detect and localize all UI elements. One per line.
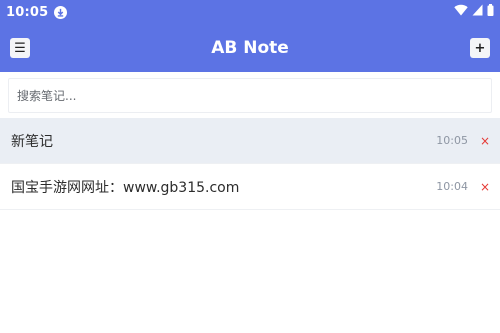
download-icon [54, 5, 68, 19]
delete-note-button[interactable]: × [480, 180, 490, 194]
app-title: AB Note [211, 38, 289, 58]
menu-button[interactable]: ☰ [10, 38, 30, 58]
status-icons [454, 4, 494, 20]
signal-icon [472, 4, 483, 20]
search-bar [0, 72, 500, 118]
status-time: 10:05 [6, 4, 49, 20]
battery-icon [487, 4, 494, 20]
delete-note-button[interactable]: × [480, 134, 490, 148]
note-time: 10:04 [436, 180, 468, 193]
add-note-button[interactable]: + [470, 38, 490, 58]
note-list: 新笔记 10:05 × 国宝手游网网址：www.gb315.com 10:04 … [0, 118, 500, 210]
note-title: 新笔记 [11, 133, 53, 150]
status-bar: 10:05 [0, 0, 500, 24]
note-time: 10:05 [436, 134, 468, 147]
note-row[interactable]: 新笔记 10:05 × [0, 118, 500, 164]
note-row[interactable]: 国宝手游网网址：www.gb315.com 10:04 × [0, 164, 500, 210]
app-bar: ☰ AB Note + [0, 24, 500, 72]
note-title: 国宝手游网网址：www.gb315.com [11, 179, 240, 196]
wifi-icon [454, 4, 468, 20]
search-input[interactable] [8, 78, 492, 113]
